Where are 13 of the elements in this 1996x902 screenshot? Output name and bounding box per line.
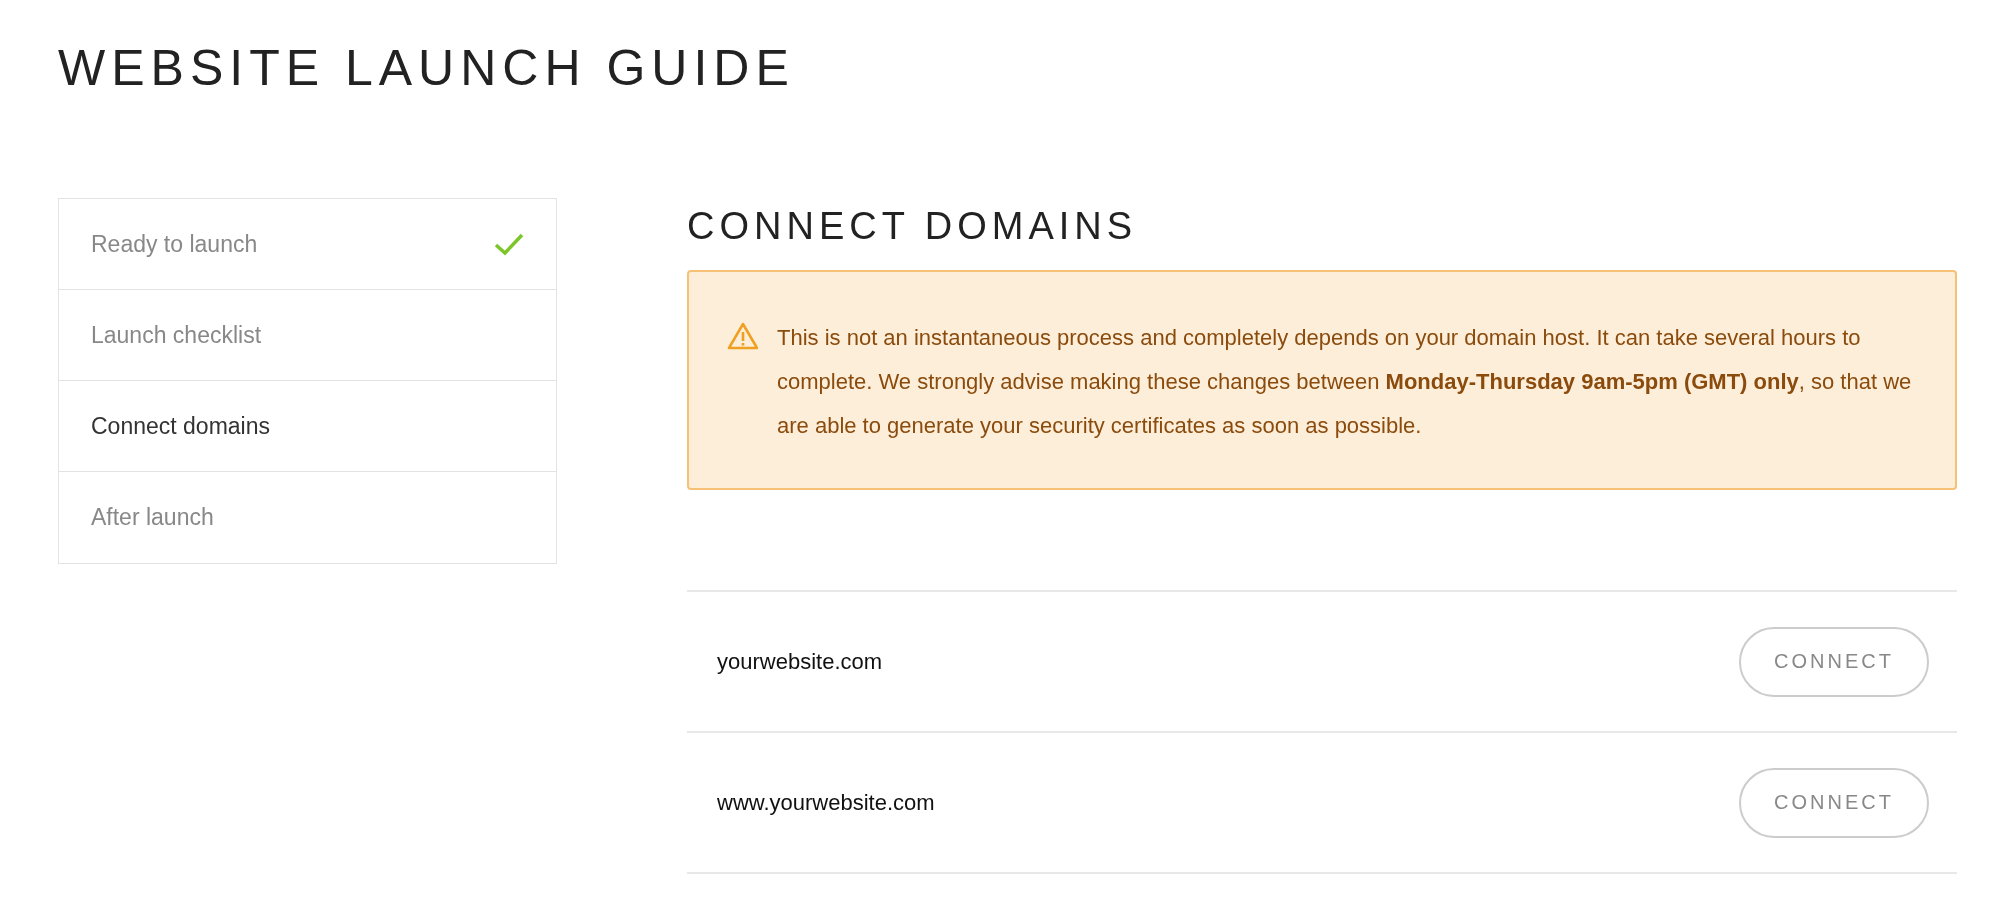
section-title: CONNECT DOMAINS — [687, 204, 1139, 249]
check-icon — [494, 232, 524, 256]
domain-name: yourwebsite.com — [717, 648, 883, 675]
step-item[interactable]: Ready to launch — [59, 199, 556, 290]
step-item[interactable]: Launch checklist — [59, 290, 556, 381]
step-item[interactable]: Connect domains — [59, 381, 556, 472]
alert-text: This is not an instantaneous process and completely depends on your domain host. It can take several hours to complete. We strongly advise making these changes between Monday-Thursday 9am-5pm (GMT) only, so that we are able to generate your security certificates as soon as possible. — [777, 324, 1913, 440]
domain-name: www.yourwebsite.com — [717, 789, 935, 816]
page-title: WEBSITE LAUNCH GUIDE — [58, 39, 796, 98]
connect-button[interactable]: CONNECT — [1739, 767, 1929, 838]
warning-icon — [727, 322, 759, 350]
step-item[interactable]: After launch — [59, 472, 556, 563]
connect-button[interactable]: CONNECT — [1739, 626, 1929, 697]
